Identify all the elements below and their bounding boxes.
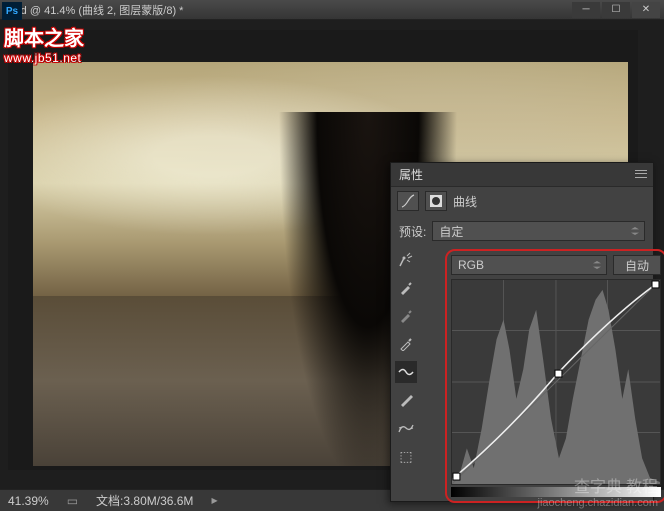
preset-row: 预设: 自定 [391,215,653,247]
edit-points-icon[interactable] [395,361,417,383]
watermark-bottom: 查字典 教程 jiaocheng.chazidian.com [538,473,658,509]
channel-value: RGB [458,258,484,272]
eyedropper-white-icon[interactable] [395,333,417,355]
curves-graph[interactable] [451,279,661,485]
panel-menu-icon[interactable] [633,167,649,181]
window-controls: ─ ☐ ✕ [572,2,660,18]
adjustment-type-label: 曲线 [453,193,477,210]
doc-info-icon[interactable]: ▭ [67,494,78,508]
highlighted-curve-area: RGB 自动 [445,249,664,503]
channel-select[interactable]: RGB [451,255,607,275]
workspace: 属性 曲线 预设: 自定 [0,20,664,489]
channel-row: RGB 自动 [451,255,661,275]
smooth-icon[interactable] [395,417,417,439]
document-title: .psd @ 41.4% (曲线 2, 图层蒙版/8) * [6,2,183,18]
watermark-top: 脚本之家 www.jb51.net [4,22,84,65]
minimize-button[interactable]: ─ [572,2,600,18]
maximize-button[interactable]: ☐ [602,2,630,18]
preset-select[interactable]: 自定 [432,221,645,241]
properties-panel: 属性 曲线 预设: 自定 [390,162,654,502]
panel-tab-bar: 属性 [391,163,653,187]
status-menu-icon[interactable]: ▶ [211,496,217,505]
close-button[interactable]: ✕ [632,2,660,18]
auto-label: 自动 [625,257,649,274]
doc-label: 文档: [96,494,123,508]
eyedropper-gray-icon[interactable] [395,305,417,327]
watermark-bottom-title: 查字典 教程 [574,479,658,496]
watermark-url: www.jb51.net [4,51,84,65]
doc-info: 文档:3.80M/36.6M [96,492,193,509]
preset-value: 自定 [439,223,463,240]
mask-icon[interactable] [425,191,447,211]
preset-label: 预设: [399,223,426,240]
clip-icon[interactable]: ⬚ [395,445,417,467]
curves-icon[interactable] [397,191,419,211]
auto-button[interactable]: 自动 [613,255,661,275]
target-adjust-icon[interactable] [395,249,417,271]
zoom-level[interactable]: 41.39% [8,494,49,508]
title-bar: .psd @ 41.4% (曲线 2, 图层蒙版/8) * ─ ☐ ✕ [0,0,664,20]
watermark-title: 脚本之家 [4,22,84,51]
eyedropper-black-icon[interactable] [395,277,417,299]
curve-tools: ⬚ [395,249,417,509]
histogram [452,280,660,484]
panel-title[interactable]: 属性 [399,166,423,183]
watermark-bottom-url: jiaocheng.chazidian.com [538,497,658,509]
pencil-icon[interactable] [395,389,417,411]
app-badge: Ps [2,2,22,20]
adjustment-type-row: 曲线 [391,187,653,215]
doc-value: 3.80M/36.6M [123,494,193,508]
